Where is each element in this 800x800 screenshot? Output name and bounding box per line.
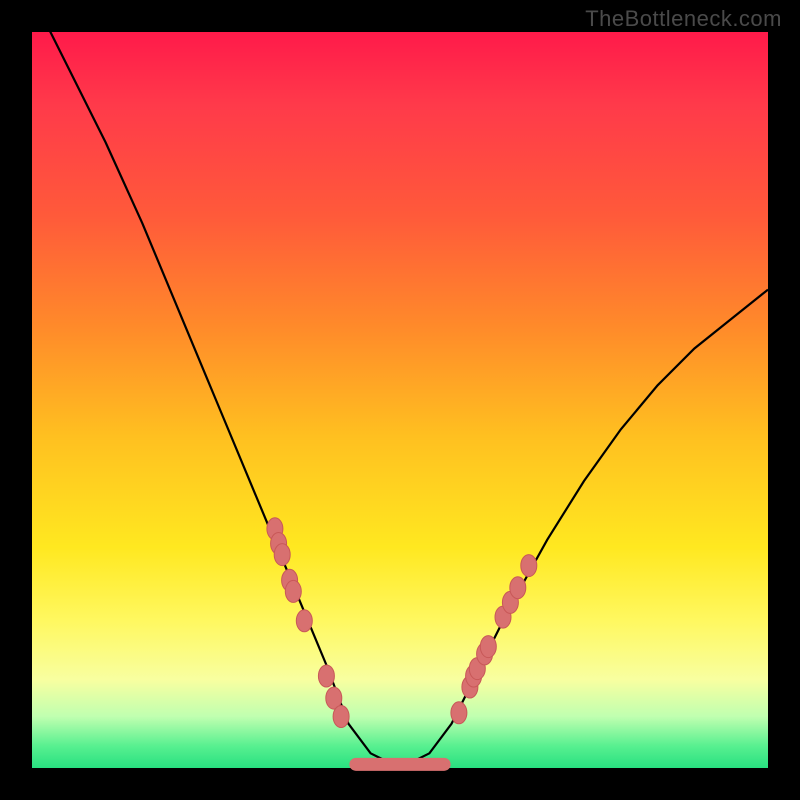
data-marker (480, 636, 496, 658)
data-marker (333, 706, 349, 728)
data-marker (285, 580, 301, 602)
curve-svg (32, 32, 768, 768)
markers-left (267, 518, 349, 728)
data-marker (296, 610, 312, 632)
data-marker (274, 544, 290, 566)
data-marker (521, 555, 537, 577)
chart-frame: TheBottleneck.com (0, 0, 800, 800)
data-marker (510, 577, 526, 599)
bottleneck-curve (32, 0, 768, 768)
data-marker (451, 702, 467, 724)
data-marker (318, 665, 334, 687)
brand-watermark: TheBottleneck.com (585, 6, 782, 32)
plot-area (32, 32, 768, 768)
